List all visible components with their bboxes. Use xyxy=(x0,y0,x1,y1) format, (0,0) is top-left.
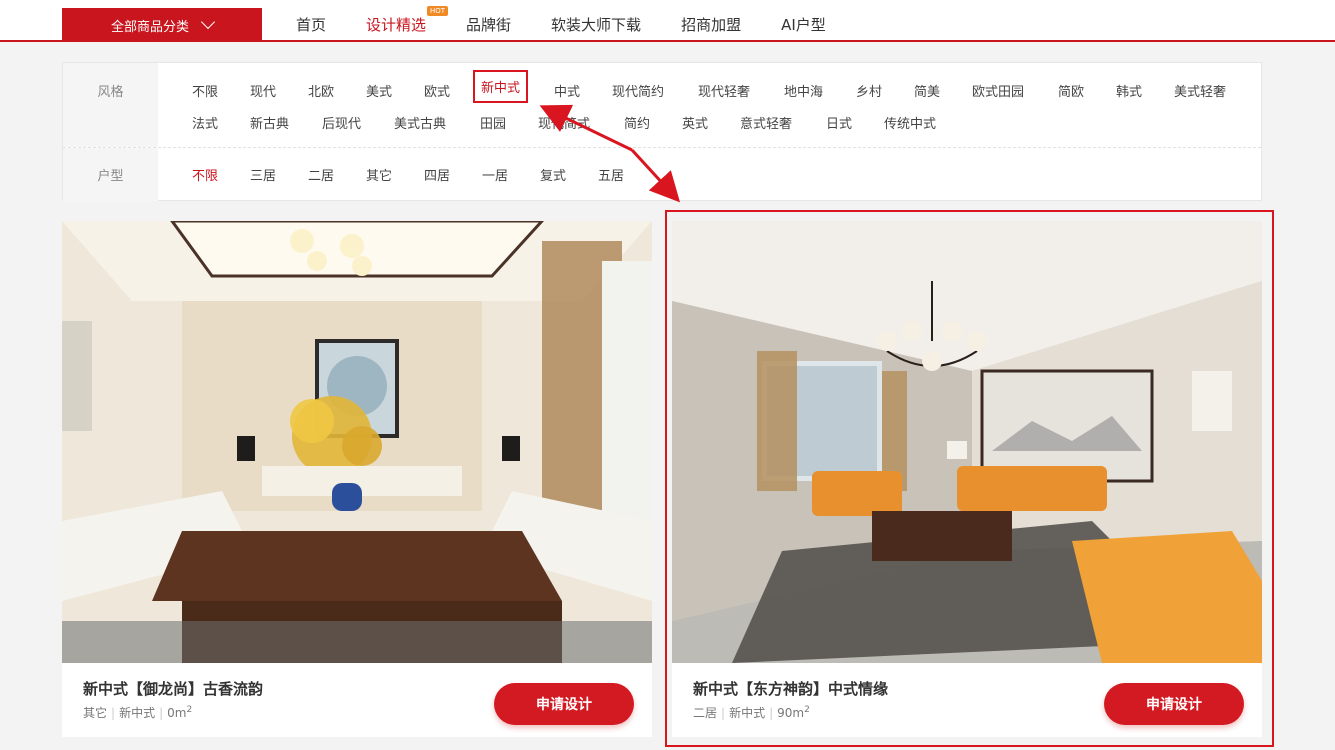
style-option[interactable]: 北欧 xyxy=(308,81,334,100)
style-option[interactable]: 乡村 xyxy=(856,81,882,100)
style-option[interactable]: 日式 xyxy=(826,113,852,132)
layout-filter-row: 户型 不限 三居 二居 其它 四居 一居 复式 五居 xyxy=(63,148,1261,201)
style-option[interactable]: 意式轻奢 xyxy=(740,113,792,132)
style-option[interactable]: 美式古典 xyxy=(394,113,446,132)
style-option[interactable]: 法式 xyxy=(192,113,218,132)
all-categories-button[interactable]: 全部商品分类 xyxy=(62,8,262,42)
style-option[interactable]: 英式 xyxy=(682,113,708,132)
design-card[interactable]: 新中式【御龙尚】古香流韵 其它 | 新中式 | 0m2 申请设计 xyxy=(62,221,652,737)
nav-brand-street[interactable]: 品牌街 xyxy=(466,14,511,35)
meta-divider: | xyxy=(159,706,164,720)
layout-option[interactable]: 一居 xyxy=(482,165,508,184)
style-option[interactable]: 田园 xyxy=(480,113,506,132)
layout-option[interactable]: 其它 xyxy=(366,165,392,184)
card-layout: 二居 xyxy=(693,706,718,720)
style-filter-row: 风格 不限 现代 北欧 美式 欧式 新中式 中式 现代简约 现代轻奢 地中海 乡… xyxy=(63,63,1261,148)
living-room-render xyxy=(62,221,652,663)
style-option[interactable]: 地中海 xyxy=(784,81,823,100)
top-nav-bar: 全部商品分类 首页 设计精选 HOT 品牌街 软装大师下载 招商加盟 AI户型 xyxy=(0,0,1335,42)
card-meta: 二居 | 新中式 | 90m2 xyxy=(693,704,810,721)
style-option[interactable]: 现代 xyxy=(250,81,276,100)
style-option[interactable]: 后现代 xyxy=(322,113,361,132)
nav-software-download[interactable]: 软装大师下载 xyxy=(551,14,641,35)
nav-ai-floorplan[interactable]: AI户型 xyxy=(781,14,826,35)
layout-option[interactable]: 三居 xyxy=(250,165,276,184)
layout-option[interactable]: 二居 xyxy=(308,165,334,184)
style-option[interactable]: 中式 xyxy=(554,81,580,100)
filter-panel: 风格 不限 现代 北欧 美式 欧式 新中式 中式 现代简约 现代轻奢 地中海 乡… xyxy=(62,62,1262,201)
style-option[interactable]: 现代简约 xyxy=(612,81,664,100)
area-unit-superscript: 2 xyxy=(804,705,810,715)
apply-design-button[interactable]: 申请设计 xyxy=(1104,683,1244,725)
apply-design-button[interactable]: 申请设计 xyxy=(494,683,634,725)
card-meta: 其它 | 新中式 | 0m2 xyxy=(83,704,192,721)
card-area: 90m xyxy=(777,706,805,720)
layout-option[interactable]: 四居 xyxy=(424,165,450,184)
nav-design-selection-label: 设计精选 xyxy=(366,16,427,34)
hot-badge: HOT xyxy=(426,6,449,16)
meta-divider: | xyxy=(111,706,116,720)
style-option[interactable]: 现代简式 xyxy=(538,113,590,132)
style-option[interactable]: 欧式田园 xyxy=(972,81,1024,100)
main-nav: 首页 设计精选 HOT 品牌街 软装大师下载 招商加盟 AI户型 xyxy=(296,6,866,35)
card-title[interactable]: 新中式【东方神韵】中式情缘 xyxy=(693,678,888,699)
nav-franchise[interactable]: 招商加盟 xyxy=(681,14,741,35)
style-option[interactable]: 不限 xyxy=(192,81,218,100)
style-option-selected[interactable]: 新中式 xyxy=(473,70,529,103)
design-render-image[interactable] xyxy=(672,221,1262,663)
card-layout: 其它 xyxy=(83,706,108,720)
style-filter-label: 风格 xyxy=(63,63,158,147)
card-title[interactable]: 新中式【御龙尚】古香流韵 xyxy=(83,678,263,699)
nav-design-selection[interactable]: 设计精选 HOT xyxy=(366,6,449,35)
style-option[interactable]: 美式轻奢 xyxy=(1174,81,1226,100)
nav-home[interactable]: 首页 xyxy=(296,14,326,35)
living-room-render xyxy=(672,221,1262,663)
chevron-down-icon xyxy=(200,14,216,30)
area-unit-superscript: 2 xyxy=(186,705,193,715)
meta-divider: | xyxy=(721,706,726,720)
design-card[interactable]: 新中式【东方神韵】中式情缘 二居 | 新中式 | 90m2 申请设计 xyxy=(672,221,1262,737)
layout-filter-label: 户型 xyxy=(63,148,158,201)
layout-option-selected[interactable]: 不限 xyxy=(192,165,218,184)
layout-option[interactable]: 复式 xyxy=(540,165,566,184)
card-style: 新中式 xyxy=(729,706,766,720)
style-option[interactable]: 美式 xyxy=(366,81,392,100)
style-option[interactable]: 传统中式 xyxy=(884,113,936,132)
style-option[interactable]: 简约 xyxy=(624,113,650,132)
style-option[interactable]: 简美 xyxy=(914,81,940,100)
style-option[interactable]: 简欧 xyxy=(1058,81,1084,100)
style-option[interactable]: 新古典 xyxy=(250,113,289,132)
meta-divider: | xyxy=(769,706,774,720)
style-option[interactable]: 韩式 xyxy=(1116,81,1142,100)
layout-option[interactable]: 五居 xyxy=(598,165,624,184)
style-option[interactable]: 现代轻奢 xyxy=(698,81,750,100)
all-categories-label: 全部商品分类 xyxy=(110,19,189,35)
design-render-image[interactable] xyxy=(62,221,652,663)
card-style: 新中式 xyxy=(119,706,156,720)
card-area: 0m xyxy=(167,706,187,720)
style-option[interactable]: 欧式 xyxy=(424,81,450,100)
